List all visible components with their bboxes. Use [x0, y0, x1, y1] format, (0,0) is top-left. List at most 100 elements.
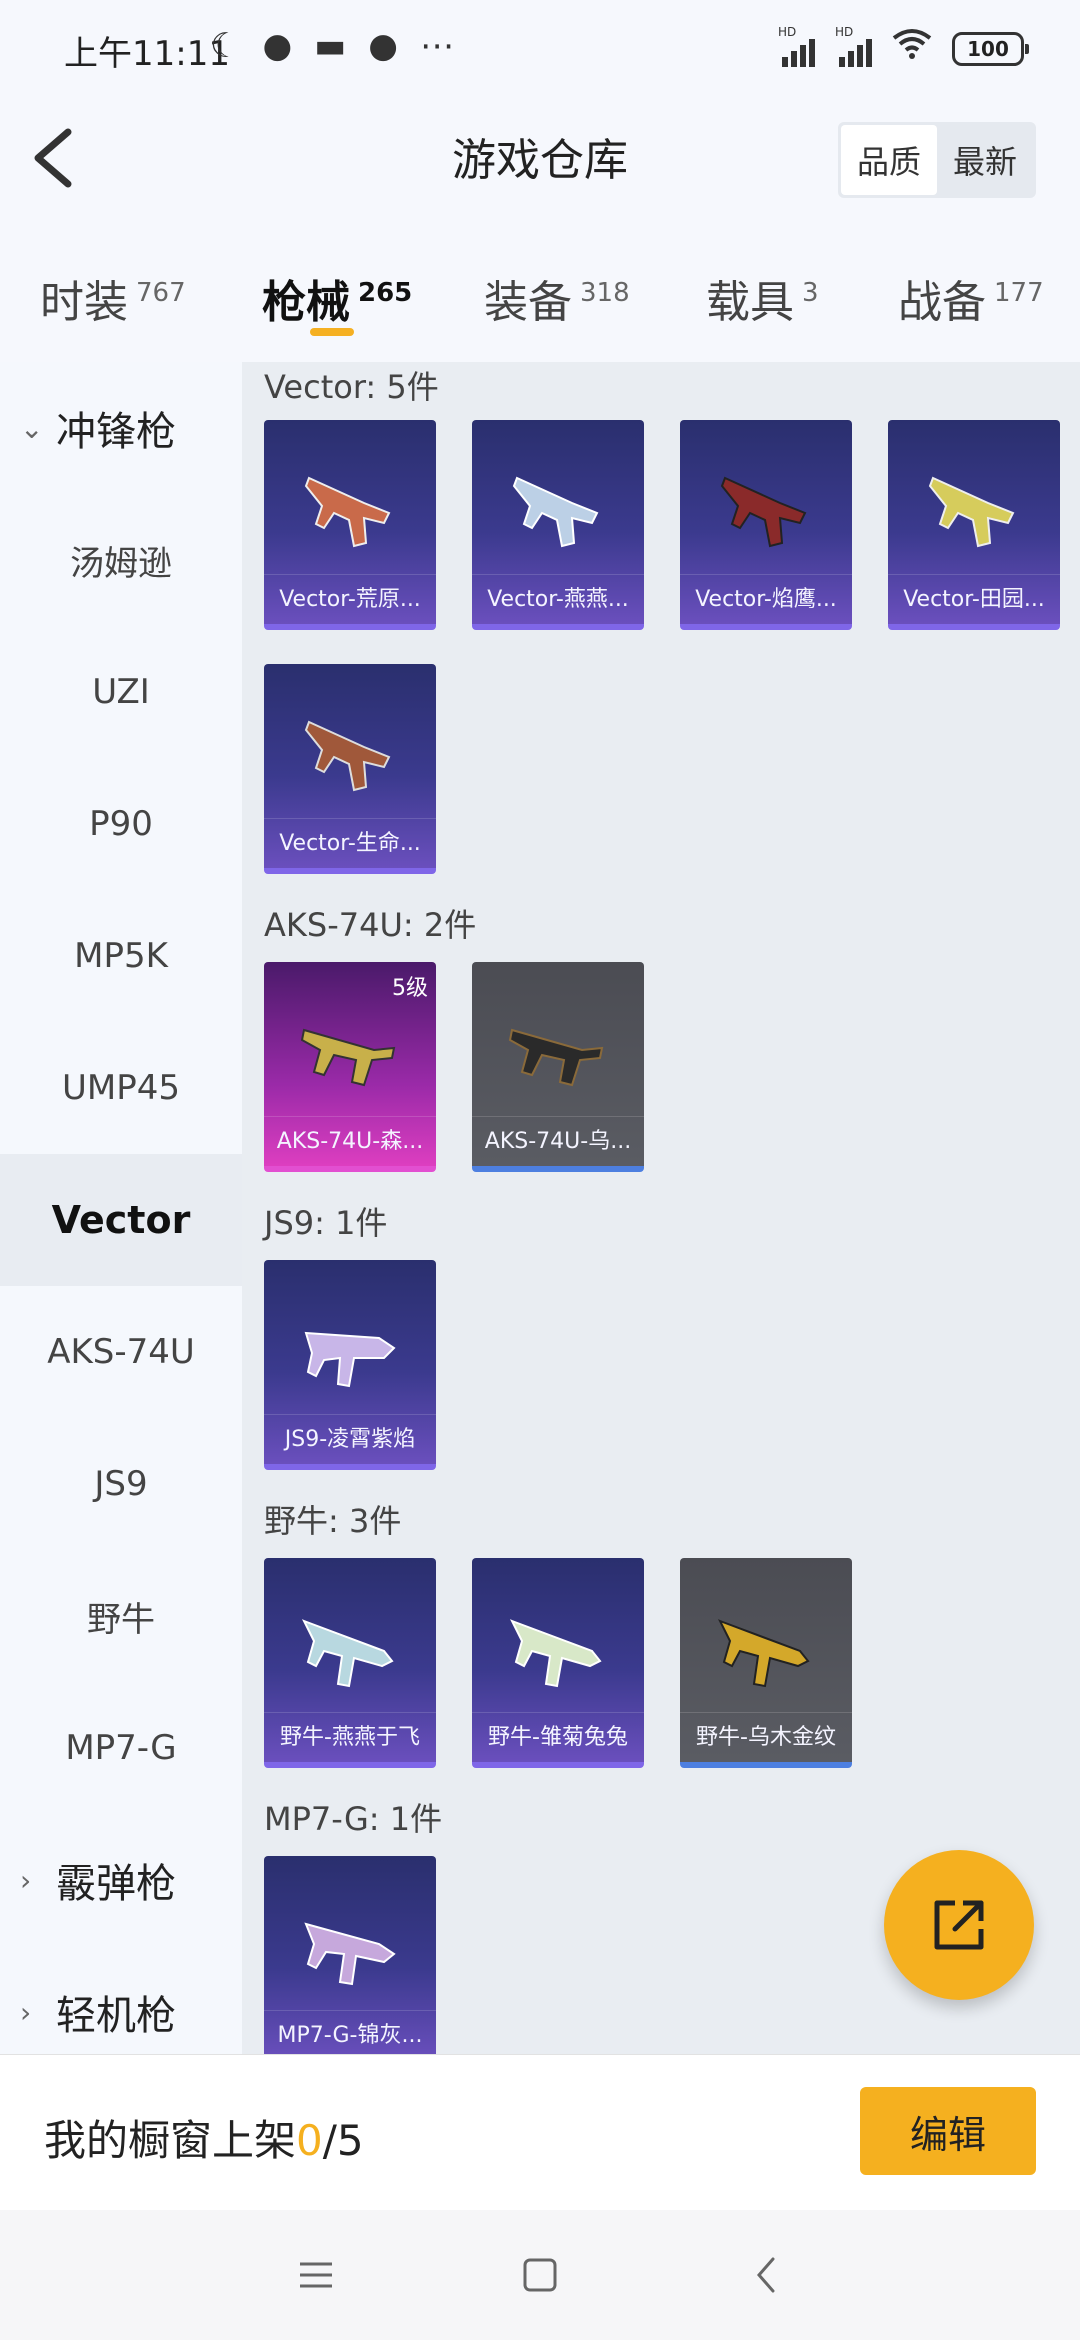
sidebar-item-uzi[interactable]: UZI — [0, 626, 242, 758]
sidebar-item-label: 冲锋枪 — [56, 409, 176, 455]
weapon-card[interactable]: Vector-田园... — [888, 420, 1060, 630]
group-title: 野牛: 3件 — [264, 1502, 402, 1540]
home-icon — [523, 2258, 557, 2292]
sidebar-item-mp5k[interactable]: MP5K — [0, 890, 242, 1022]
wechat-icon: ● — [368, 26, 398, 66]
weapon-name: 野牛-燕燕于飞 — [264, 1712, 436, 1762]
rifle-icon — [300, 1028, 396, 1087]
weapon-card[interactable]: 野牛-雏菊兔兔 — [472, 1558, 644, 1768]
group-title: MP7-G: 1件 — [264, 1800, 443, 1838]
smg-icon — [512, 476, 599, 548]
moon-icon: ☾ — [210, 26, 241, 66]
smg-icon — [509, 1619, 602, 1688]
tab-fashion[interactable]: 时装 767 — [40, 266, 186, 330]
sidebar-item-aks74u[interactable]: AKS-74U — [0, 1286, 242, 1418]
sidebar-item-bizon[interactable]: 野牛 — [0, 1550, 242, 1682]
sidebar-item-p90[interactable]: P90 — [0, 758, 242, 890]
weapon-card[interactable]: 5级 AKS-74U-森... — [264, 962, 436, 1172]
showcase-label: 我的橱窗上架 — [44, 2116, 297, 2165]
weapon-name: Vector-焰鹰... — [680, 574, 852, 624]
notification-icons: ☾ ● ▬ ● ⋯ — [210, 26, 454, 66]
tab-vehicles[interactable]: 载具 3 — [706, 266, 819, 330]
smg-icon — [717, 1619, 810, 1688]
weapon-name: JS9-凌霄紫焰 — [264, 1414, 436, 1464]
weapon-name: Vector-生命... — [264, 818, 436, 868]
signal-icon: HD — [835, 25, 872, 67]
header: 游戏仓库 品质 最新 — [0, 96, 1080, 226]
weapon-name: Vector-荒原... — [264, 574, 436, 624]
smg-icon — [304, 1331, 396, 1388]
tab-label: 战备 — [898, 277, 986, 328]
weapon-card[interactable]: 野牛-乌木金纹 — [680, 1558, 852, 1768]
tab-supplies[interactable]: 战备 177 — [898, 266, 1044, 330]
weapon-card[interactable]: Vector-生命... — [264, 664, 436, 874]
weapon-card[interactable]: AKS-74U-乌... — [472, 962, 644, 1172]
back-icon — [757, 2257, 775, 2293]
weapon-name: AKS-74U-乌... — [472, 1116, 644, 1166]
home-nav-button[interactable] — [510, 2250, 570, 2300]
status-bar: 上午11:11 ☾ ● ▬ ● ⋯ HD HD 100 — [0, 0, 1080, 96]
weapon-name: MP7-G-锦灰... — [264, 2010, 436, 2054]
sidebar-item-ump45[interactable]: UMP45 — [0, 1022, 242, 1154]
weapon-name: AKS-74U-森... — [264, 1116, 436, 1166]
sidebar-category-lmg[interactable]: › 轻机枪 — [0, 1946, 242, 2054]
weapon-card[interactable]: Vector-燕燕... — [472, 420, 644, 630]
hd-label: HD — [835, 24, 854, 39]
sidebar-category-smg[interactable]: ⌄ 冲锋枪 — [0, 362, 242, 494]
system-navigation — [0, 2210, 1080, 2340]
sort-quality-button[interactable]: 品质 — [840, 125, 937, 195]
tab-label: 装备 — [484, 277, 572, 328]
smg-icon — [720, 476, 807, 548]
share-icon — [934, 1900, 984, 1950]
category-tabs: 时装 767 枪械 265 装备 318 载具 3 战备 177 — [0, 226, 1080, 362]
chevron-down-icon: ⌄ — [20, 411, 44, 445]
status-time: 上午11:11 — [64, 34, 230, 74]
sidebar-item-vector[interactable]: Vector — [0, 1154, 242, 1286]
sidebar-item-mp7g[interactable]: MP7-G — [0, 1682, 242, 1814]
weapon-name: 野牛-乌木金纹 — [680, 1712, 852, 1762]
showcase-total: /5 — [322, 2116, 364, 2165]
sidebar-item-label: 轻机枪 — [56, 1993, 176, 2039]
group-title: JS9: 1件 — [264, 1204, 388, 1242]
weapon-card[interactable]: Vector-焰鹰... — [680, 420, 852, 630]
weapon-card[interactable]: 野牛-燕燕于飞 — [264, 1558, 436, 1768]
weapon-name: 野牛-雏菊兔兔 — [472, 1712, 644, 1762]
weapon-card[interactable]: JS9-凌霄紫焰 — [264, 1260, 436, 1470]
share-button[interactable] — [884, 1850, 1034, 2000]
weapon-card[interactable]: MP7-G-锦灰... — [264, 1856, 436, 2054]
showcase-count: 0 — [296, 2116, 323, 2165]
level-badge: 5级 — [392, 976, 428, 1001]
chevron-right-icon: › — [20, 1995, 32, 2029]
weapon-sidebar: ⌄ 冲锋枪 汤姆逊 UZI P90 MP5K UMP45 Vector AKS-7… — [0, 362, 242, 2054]
tab-count: 318 — [580, 278, 630, 309]
chevron-right-icon: › — [20, 1863, 32, 1897]
weapon-grid: Vector: 5件 Vector-荒原... Vector-燕燕... Vec… — [242, 362, 1080, 2054]
tab-label: 载具 — [706, 277, 794, 328]
sidebar-item-thompson[interactable]: 汤姆逊 — [0, 494, 242, 626]
back-nav-button[interactable] — [736, 2250, 796, 2300]
hd-label: HD — [778, 24, 797, 39]
signal-icon: HD — [778, 25, 815, 67]
system-icons: HD HD 100 — [778, 25, 1029, 69]
wifi-icon — [892, 28, 932, 69]
tab-guns[interactable]: 枪械 265 — [262, 266, 412, 330]
smg-icon — [928, 476, 1015, 548]
sidebar-item-label: 霰弹枪 — [56, 1861, 176, 1907]
menu-nav-button[interactable] — [286, 2250, 346, 2300]
smg-icon — [304, 476, 391, 548]
showcase-status: 我的橱窗上架0/5 — [44, 2107, 364, 2168]
sort-newest-button[interactable]: 最新 — [937, 125, 1033, 195]
group-title: Vector: 5件 — [264, 368, 439, 406]
edit-button[interactable]: 编辑 — [860, 2087, 1036, 2175]
tab-label: 时装 — [40, 277, 128, 328]
sidebar-item-js9[interactable]: JS9 — [0, 1418, 242, 1550]
tab-count: 3 — [802, 278, 819, 309]
weapon-name: Vector-燕燕... — [472, 574, 644, 624]
weapon-name: Vector-田园... — [888, 574, 1060, 624]
tab-equipment[interactable]: 装备 318 — [484, 266, 630, 330]
wechat-icon: ● — [262, 26, 293, 66]
group-title: AKS-74U: 2件 — [264, 906, 477, 944]
weapon-card[interactable]: Vector-荒原... — [264, 420, 436, 630]
sidebar-category-shotgun[interactable]: › 霰弹枪 — [0, 1814, 242, 1946]
menu-icon — [300, 2262, 332, 2288]
